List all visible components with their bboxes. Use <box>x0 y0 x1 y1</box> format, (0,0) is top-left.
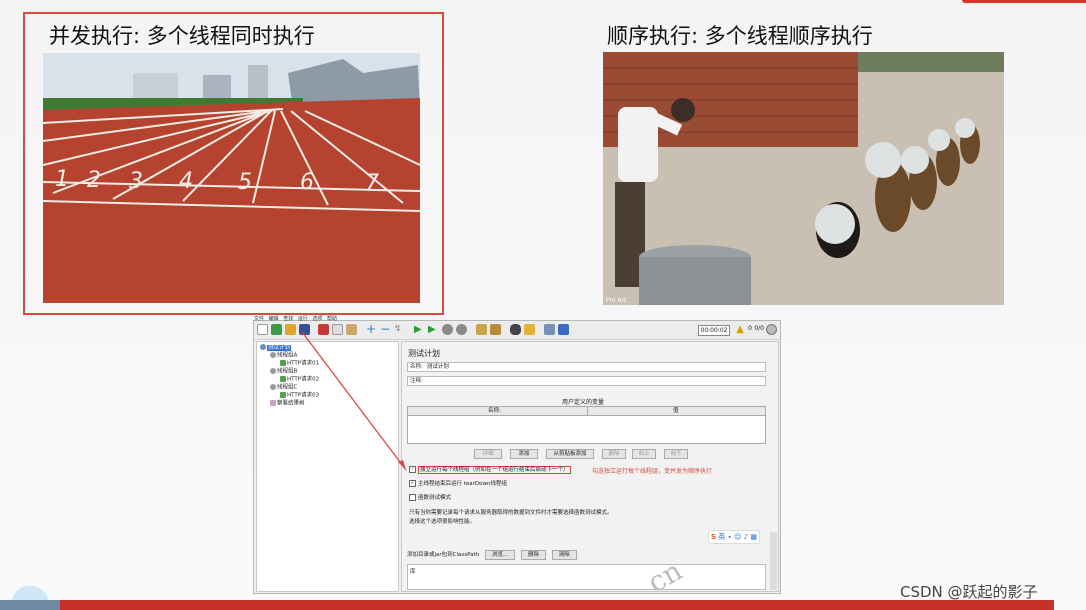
corner-decoration <box>0 574 60 600</box>
bottom-left-bar <box>0 600 60 610</box>
csdn-watermark: CSDN @跃起的影子 <box>900 583 1038 601</box>
annotation-arrow <box>301 331 407 471</box>
